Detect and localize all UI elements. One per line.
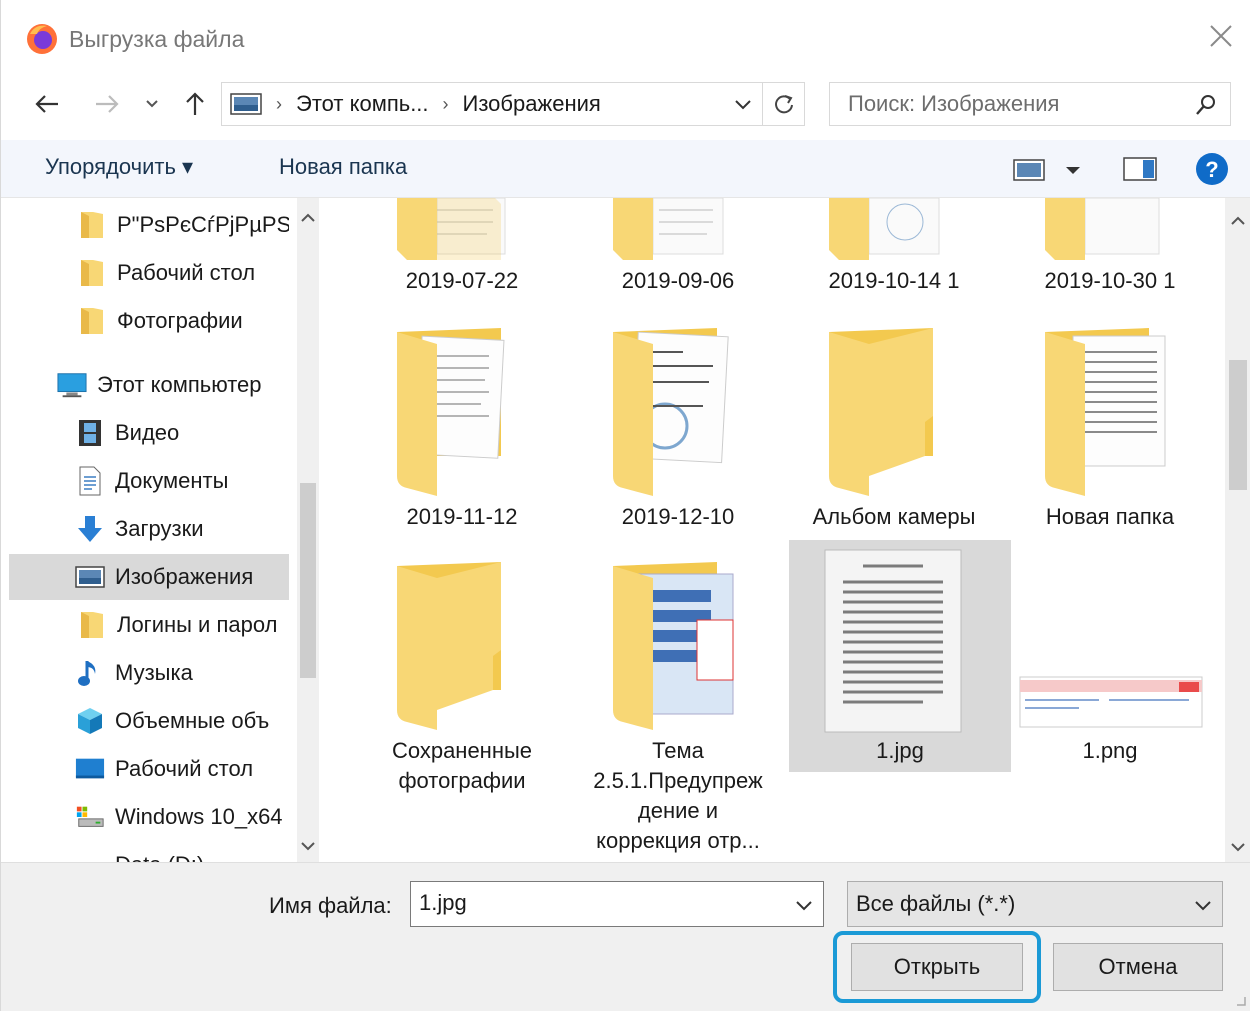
help-icon: ? <box>1196 153 1228 185</box>
pictures-icon <box>230 93 262 115</box>
folder-icon <box>1045 198 1160 260</box>
nav-item-system-drive[interactable]: Windows 10_x64 <box>9 794 289 840</box>
scrollbar-thumb[interactable] <box>1229 360 1247 490</box>
folder-icon <box>613 328 729 496</box>
folder-icon <box>829 328 933 496</box>
filename-value: 1.jpg <box>419 890 467 915</box>
nav-item-documents-garbled[interactable]: Р"РѕРєСѓРјРµРЅС <box>9 202 289 248</box>
folder-icon <box>77 610 107 640</box>
close-button[interactable] <box>1203 18 1239 54</box>
preview-pane-icon <box>1123 157 1157 181</box>
resize-grip-icon[interactable] <box>1233 993 1247 1007</box>
chevron-down-icon[interactable] <box>297 838 319 854</box>
nav-item-photos[interactable]: Фотографии <box>9 298 289 344</box>
folder-icon <box>77 210 107 240</box>
desktop-icon <box>75 754 105 784</box>
nav-item-3d-objects[interactable]: Объемные объ <box>9 698 289 744</box>
refresh-icon <box>774 95 793 114</box>
chevron-up-icon[interactable] <box>1225 212 1250 230</box>
music-icon <box>75 658 105 688</box>
chevron-down-icon <box>1066 167 1080 174</box>
navigation-pane: Р"РѕРєСѓРјРµРЅС Рабочий стол Фотографии … <box>9 198 319 862</box>
pictures-icon <box>75 562 105 592</box>
breadcrumb-separator: › <box>276 93 282 114</box>
arrow-up-icon <box>186 92 204 115</box>
refresh-button[interactable] <box>763 82 805 126</box>
nav-item-downloads[interactable]: Загрузки <box>9 506 289 552</box>
view-icon <box>1013 159 1045 181</box>
window-title: Выгрузка файла <box>69 26 245 52</box>
nav-item-music[interactable]: Музыка <box>9 650 289 696</box>
breadcrumb-separator: › <box>442 93 449 114</box>
search-icon <box>1196 95 1215 115</box>
nav-item-logins[interactable]: Логины и парол <box>9 602 289 648</box>
forward-button[interactable] <box>89 84 125 124</box>
drive-icon <box>75 850 105 862</box>
command-bar: Упорядочить ▾ Новая папка ? <box>1 140 1250 198</box>
file-list: 2019-07-22 2019-09-06 2019-10-14 1 2019-… <box>325 198 1225 862</box>
folder-icon <box>1045 328 1166 496</box>
chevron-down-icon <box>146 100 158 108</box>
help-button[interactable]: ? <box>1195 152 1229 191</box>
video-icon <box>75 418 105 448</box>
chevron-down-icon <box>1195 901 1211 911</box>
chevron-down-icon[interactable] <box>1225 838 1250 856</box>
folder-icon <box>613 198 724 260</box>
title-bar: Выгрузка файла <box>1 0 1250 78</box>
nav-item-documents[interactable]: Документы <box>9 458 289 504</box>
computer-icon <box>57 370 87 400</box>
up-button[interactable] <box>177 84 213 124</box>
chevron-down-icon[interactable] <box>793 894 815 916</box>
cancel-button[interactable]: Отмена <box>1053 943 1223 991</box>
image-thumbnail-icon <box>1019 676 1203 728</box>
organize-button[interactable]: Упорядочить ▾ <box>45 154 193 180</box>
firefox-icon <box>27 24 57 54</box>
back-button[interactable] <box>29 84 65 124</box>
filetype-select[interactable]: Все файлы (*.*) <box>847 881 1223 927</box>
folder-icon <box>613 562 734 730</box>
close-icon <box>1210 25 1232 47</box>
search-placeholder: Поиск: Изображения <box>848 91 1060 116</box>
documents-icon <box>75 466 105 496</box>
file-list-scrollbar[interactable] <box>1225 198 1250 862</box>
folder-icon <box>397 328 505 496</box>
new-folder-button[interactable]: Новая папка <box>279 154 407 180</box>
svg-text:?: ? <box>1205 157 1218 182</box>
folder-icon <box>397 562 501 730</box>
3d-objects-icon <box>75 706 105 736</box>
folder-icon <box>829 198 940 260</box>
nav-item-desktop[interactable]: Рабочий стол <box>9 746 289 792</box>
file-upload-dialog: Выгрузка файла › Этот компь... › Изображ… <box>0 0 1250 1011</box>
recent-locations-button[interactable] <box>137 84 167 124</box>
open-button[interactable]: Открыть <box>851 943 1023 991</box>
navigation-bar: › Этот компь... › Изображения Поиск: Изо… <box>1 80 1250 128</box>
preview-pane-button[interactable] <box>1123 156 1157 187</box>
breadcrumb-pictures[interactable]: Изображения <box>463 91 601 117</box>
drive-icon <box>75 802 105 832</box>
download-icon <box>75 514 105 544</box>
view-options-button[interactable] <box>1013 156 1087 184</box>
folder-icon <box>397 198 506 260</box>
dialog-footer: Имя файла: 1.jpg Все файлы (*.*) Открыть… <box>1 862 1250 1011</box>
nav-item-videos[interactable]: Видео <box>9 410 289 456</box>
chevron-up-icon[interactable] <box>297 210 319 226</box>
filename-label: Имя файла: <box>269 893 392 918</box>
address-bar[interactable]: › Этот компь... › Изображения <box>221 82 763 126</box>
filename-input[interactable]: 1.jpg <box>410 881 824 927</box>
search-input[interactable]: Поиск: Изображения <box>829 82 1231 126</box>
nav-item-this-pc[interactable]: Этот компьютер <box>9 362 289 408</box>
nav-item-desktop-folder[interactable]: Рабочий стол <box>9 250 289 296</box>
image-thumbnail-icon <box>824 549 962 733</box>
scrollbar-thumb[interactable] <box>300 483 316 678</box>
arrow-left-icon <box>35 95 58 113</box>
arrow-right-icon <box>96 95 119 113</box>
chevron-down-icon[interactable] <box>732 93 754 115</box>
folder-icon <box>77 306 107 336</box>
navigation-scrollbar[interactable] <box>297 198 319 862</box>
nav-item-pictures[interactable]: Изображения <box>9 554 289 600</box>
folder-icon <box>77 258 107 288</box>
breadcrumb-this-pc[interactable]: Этот компь... <box>296 91 429 117</box>
nav-item-data-drive[interactable]: Data (D:) <box>9 842 289 862</box>
filetype-value: Все файлы (*.*) <box>856 891 1016 916</box>
